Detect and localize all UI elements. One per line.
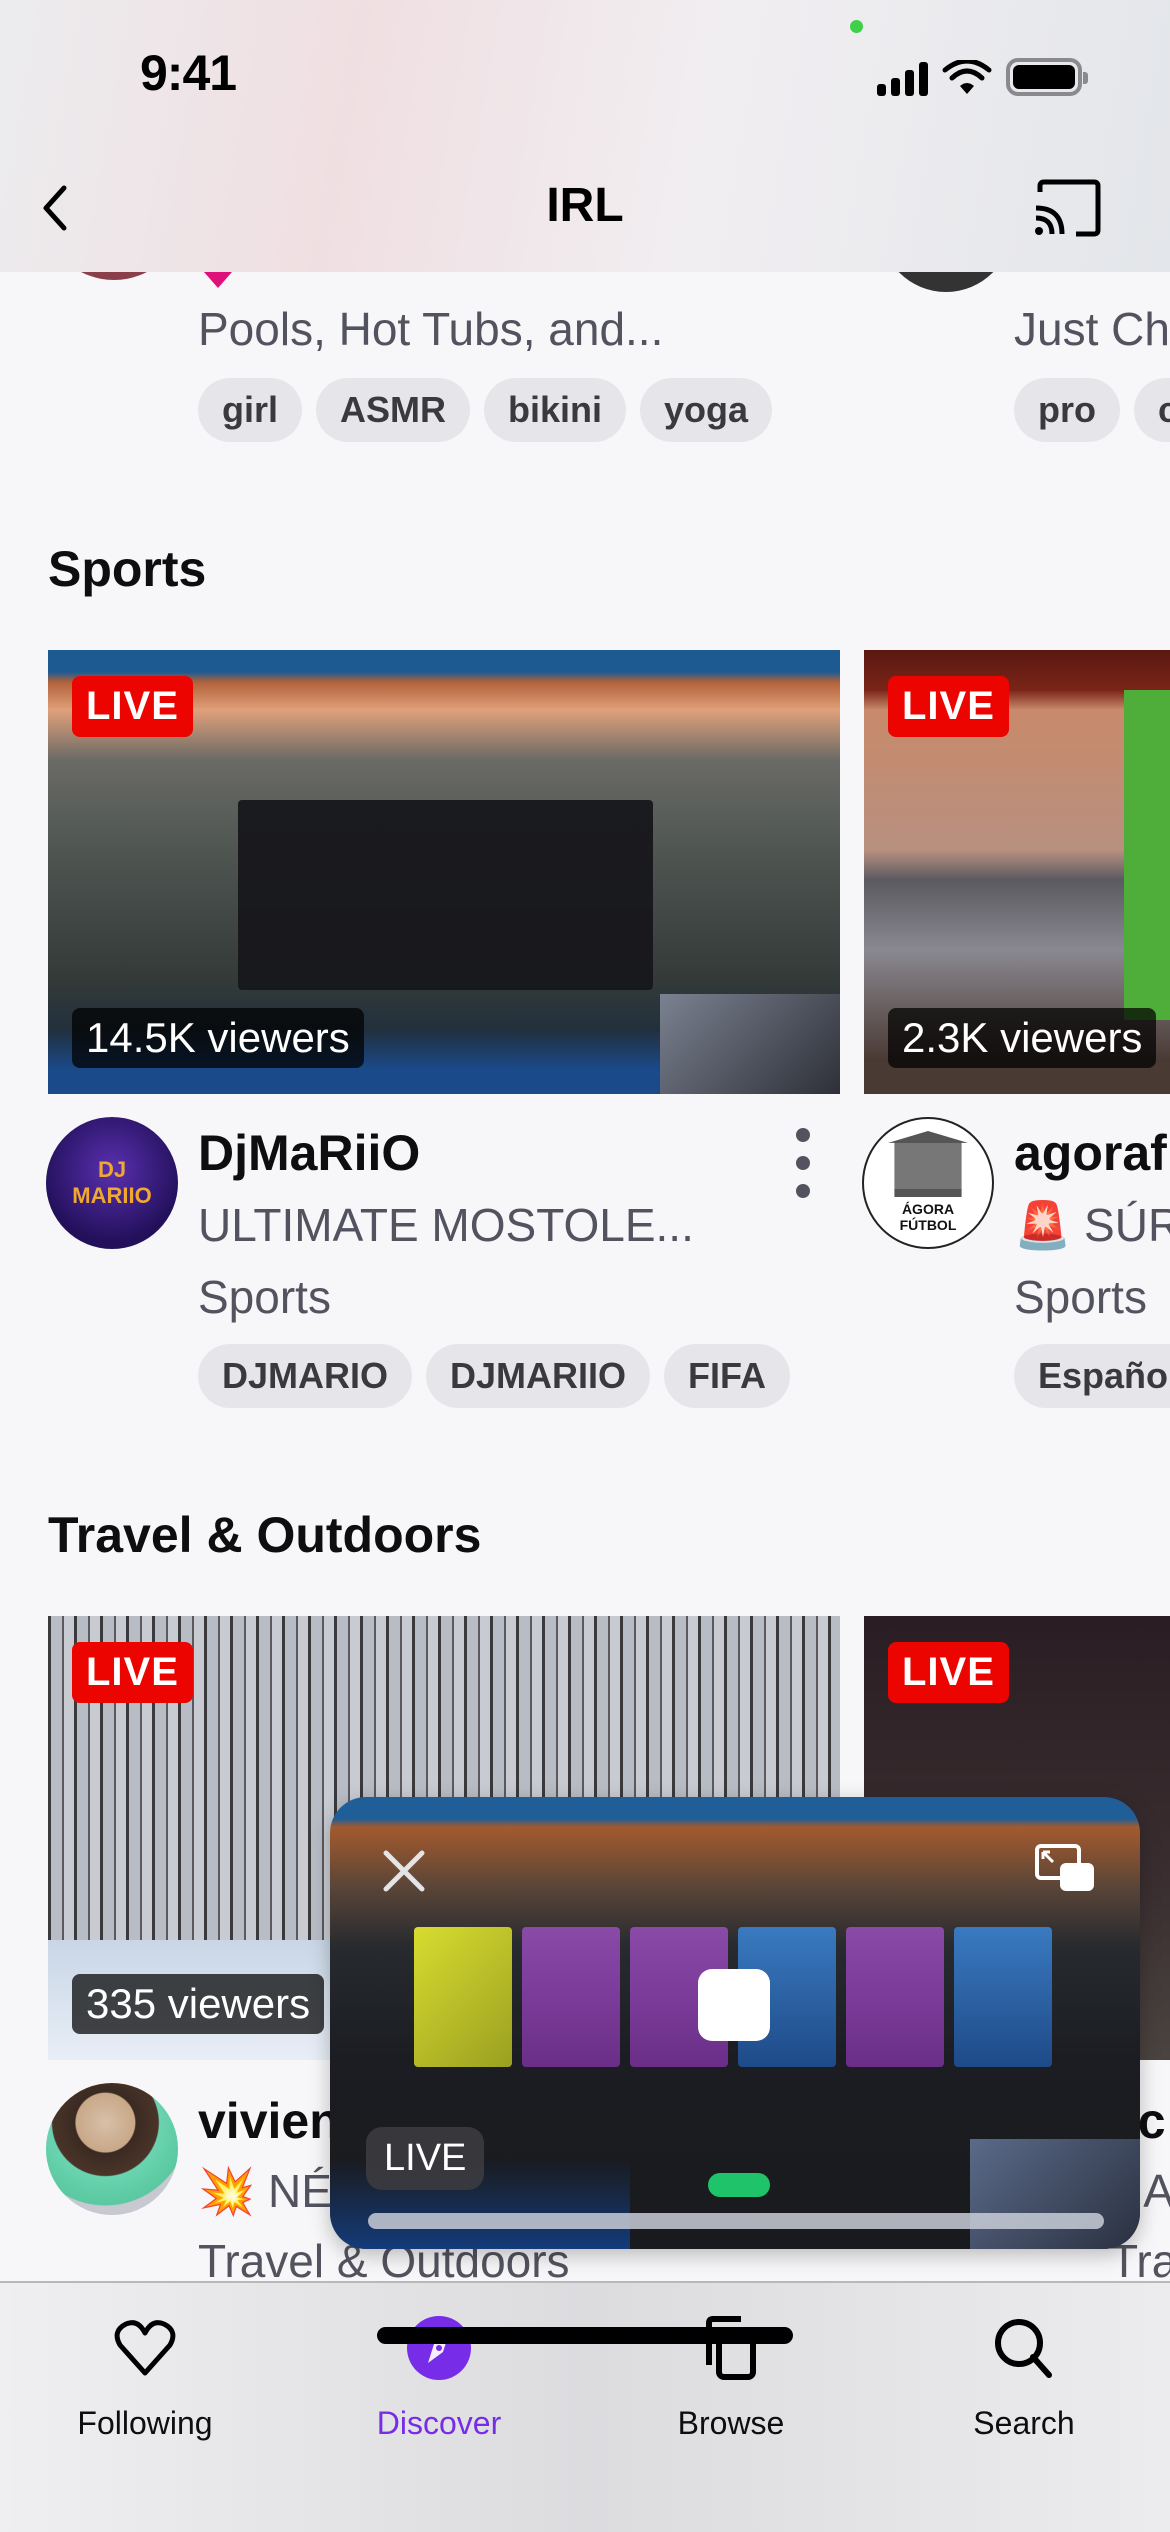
channel-name[interactable]: DjMaRiiO: [198, 1124, 420, 1182]
tab-label: Browse: [677, 2405, 785, 2441]
signal-icon: [877, 60, 928, 96]
tag[interactable]: ASMR: [316, 378, 471, 442]
stream-title: 💥 NÉ: [198, 2165, 332, 2217]
tag-list: Español: [1014, 1344, 1170, 1408]
browse-icon: [696, 2313, 766, 2383]
close-icon[interactable]: [380, 1847, 428, 1895]
tag-list: DJMARIO DJMARIIO FIFA: [198, 1344, 791, 1408]
live-badge: LIVE: [366, 2127, 485, 2190]
tab-label: Search: [973, 2405, 1075, 2441]
tag[interactable]: DJMARIO: [198, 1344, 413, 1408]
player-card: [522, 1927, 620, 2067]
tag[interactable]: c: [1134, 378, 1170, 442]
tab-label: Discover: [376, 2405, 502, 2441]
play-pause-button[interactable]: [698, 1969, 770, 2041]
tag[interactable]: bikini: [484, 378, 627, 442]
status-icons: [877, 58, 1088, 96]
stream-title: Pools, Hot Tubs, and...: [198, 303, 664, 355]
webcam-overlay: [660, 994, 840, 1094]
stream-title: Just Ch: [1014, 303, 1170, 355]
section-title-sports: Sports: [48, 541, 207, 597]
dot: [796, 1156, 810, 1170]
live-badge: LIVE: [888, 1642, 1009, 1703]
tag-list: pro c: [1014, 378, 1170, 442]
tab-search[interactable]: Search: [924, 2313, 1124, 2442]
temple-icon: [888, 1131, 968, 1197]
status-time: 9:41: [140, 45, 237, 101]
page-title: IRL: [546, 179, 624, 232]
section-title-travel: Travel & Outdoors: [48, 1507, 482, 1563]
tab-bar: Following Discover Browse Search: [0, 2281, 1170, 2532]
tag[interactable]: DJMARIIO: [426, 1344, 651, 1408]
stream-thumbnail[interactable]: LIVE 14.5K viewers: [48, 650, 840, 1094]
channel-avatar[interactable]: ÁGORA FÚTBOL: [862, 1117, 994, 1249]
tag[interactable]: yoga: [640, 378, 773, 442]
tab-label: Following: [77, 2405, 213, 2441]
heart-icon: [110, 2313, 180, 2383]
tag-list: girl ASMR bikini yoga: [198, 378, 773, 442]
viewer-count: 14.5K viewers: [72, 1008, 364, 1068]
compass-icon: [404, 2313, 474, 2383]
tag[interactable]: FIFA: [664, 1344, 791, 1408]
avatar-text: DJ MARIIO: [72, 1157, 152, 1208]
dot: [796, 1184, 810, 1198]
stream-title: 🚨 SÚR: [1014, 1199, 1170, 1251]
tag[interactable]: pro: [1014, 378, 1120, 442]
viewer-count: 2.3K viewers: [888, 1008, 1157, 1068]
camera-indicator-icon: [850, 20, 863, 33]
live-badge: LIVE: [888, 676, 1009, 737]
stream-title: ULTIMATE MOSTOLE...: [198, 1199, 694, 1251]
dot: [796, 1128, 810, 1142]
channel-name[interactable]: vivien: [198, 2092, 340, 2150]
pip-expand-icon[interactable]: [1034, 1843, 1096, 1893]
stream-thumbnail[interactable]: LIVE 2.3K viewers: [864, 650, 1170, 1094]
player-card: [846, 1927, 944, 2067]
channel-avatar[interactable]: [46, 2083, 178, 2215]
pink-diamond-icon: [204, 272, 232, 288]
game-menu-panel: [238, 800, 653, 990]
progress-bar[interactable]: [368, 2213, 1104, 2229]
tab-following[interactable]: Following: [45, 2313, 245, 2442]
live-badge: LIVE: [72, 1642, 193, 1703]
channel-name[interactable]: agoraf: [1014, 1124, 1167, 1182]
continue-pill: [708, 2173, 770, 2197]
more-options-button[interactable]: [788, 1128, 818, 1198]
home-indicator[interactable]: [377, 2327, 793, 2344]
avatar-text: ÁGORA FÚTBOL: [899, 1201, 957, 1233]
player-card: [954, 1927, 1052, 2067]
header: 9:41 IRL: [0, 0, 1170, 272]
wifi-icon: [942, 60, 992, 94]
category-link[interactable]: Sports: [198, 1270, 331, 1324]
live-badge: LIVE: [72, 676, 193, 737]
battery-icon: [1006, 58, 1088, 96]
tag[interactable]: girl: [198, 378, 303, 442]
tag[interactable]: Español: [1014, 1344, 1170, 1408]
category-link[interactable]: Sports: [1014, 1270, 1147, 1324]
pip-player[interactable]: LIVE: [330, 1797, 1140, 2249]
viewer-count: 335 viewers: [72, 1974, 325, 2034]
cast-icon[interactable]: [1032, 178, 1102, 238]
player-card: [414, 1927, 512, 2067]
webcam-overlay: [970, 2139, 1140, 2249]
channel-avatar[interactable]: DJ MARIIO: [46, 1117, 178, 1249]
search-icon: [989, 2313, 1059, 2383]
green-pitch-panel: [1124, 690, 1170, 1020]
